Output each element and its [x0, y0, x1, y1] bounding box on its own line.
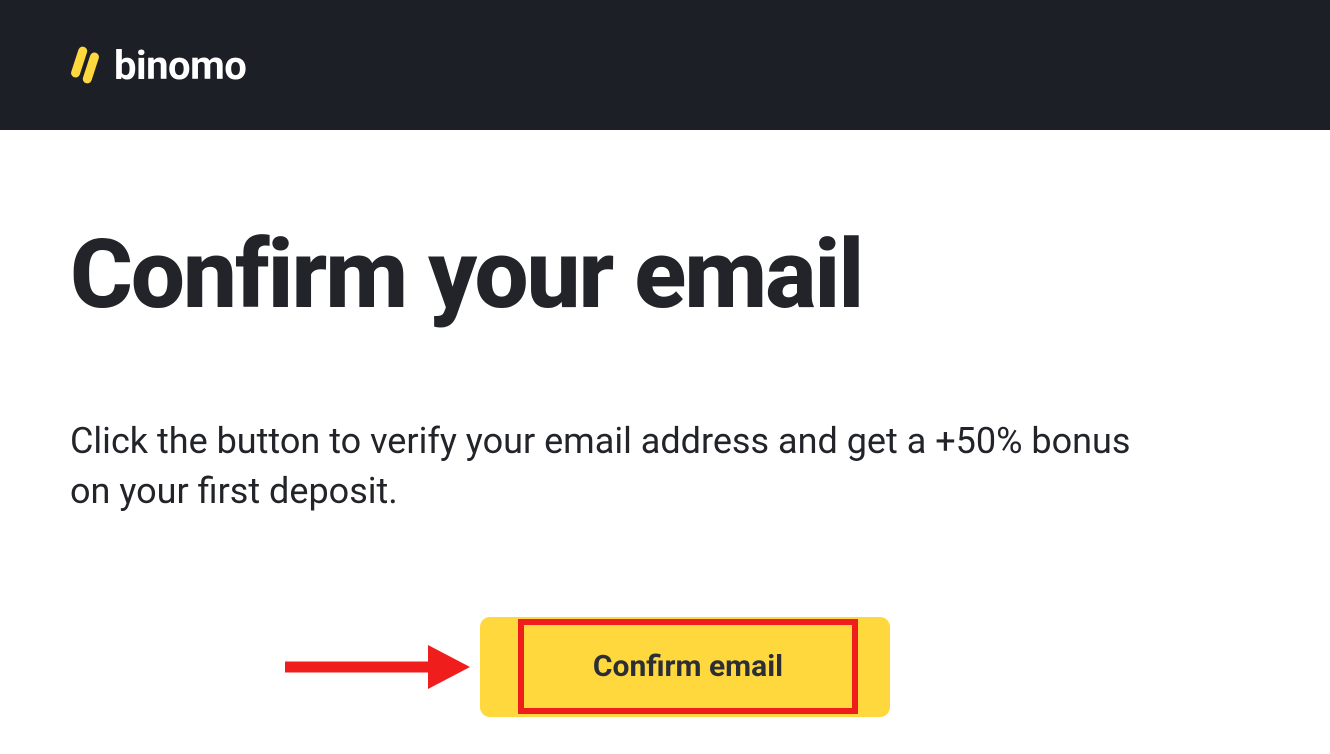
main-content: Confirm your email Click the button to v…: [0, 130, 1330, 717]
body-copy: Click the button to verify your email ad…: [70, 416, 1170, 517]
logo: binomo: [70, 42, 246, 89]
page-heading: Confirm your email: [70, 225, 1260, 326]
logo-text: binomo: [114, 42, 246, 89]
confirm-email-button[interactable]: Confirm email: [480, 617, 890, 717]
arrow-right-icon: [280, 637, 470, 697]
binomo-logo-icon: [70, 46, 100, 84]
cta-row: Confirm email: [70, 617, 1260, 717]
highlight-box: Confirm email: [518, 619, 858, 714]
header: binomo: [0, 0, 1330, 130]
confirm-button-label: Confirm email: [593, 649, 783, 684]
